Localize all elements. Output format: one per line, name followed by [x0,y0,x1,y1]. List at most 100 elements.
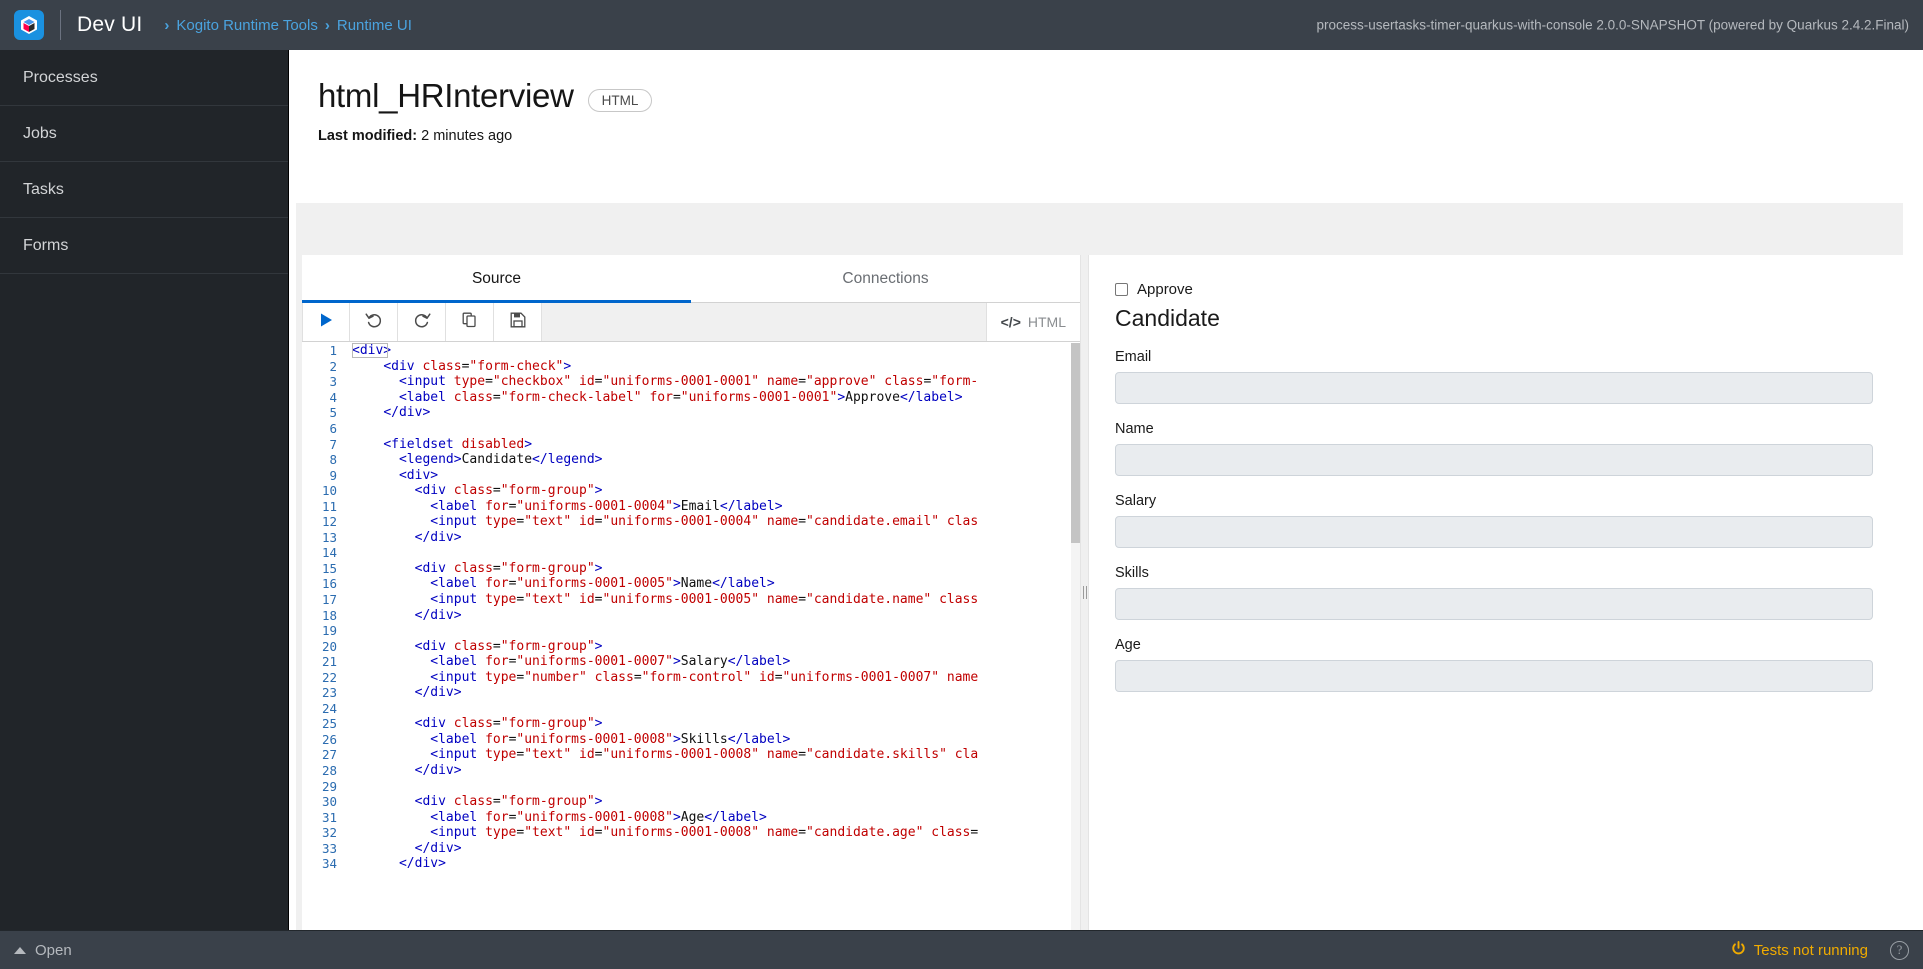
undo-button[interactable] [350,303,398,341]
breadcrumb-link-runtime-ui[interactable]: Runtime UI [337,17,412,34]
code-row[interactable]: 8 <legend>Candidate</legend> [302,452,1080,468]
code-text[interactable]: <label for="uniforms-0001-0008">Age</lab… [346,810,1080,825]
skills-field[interactable] [1115,588,1873,620]
code-row[interactable]: 11 <label for="uniforms-0001-0004">Email… [302,498,1080,514]
code-row[interactable]: 14 [302,545,1080,561]
code-row[interactable]: 6 [302,421,1080,437]
code-row[interactable]: 9 <div> [302,467,1080,483]
code-row[interactable]: 3 <input type="checkbox" id="uniforms-00… [302,374,1080,390]
email-field[interactable] [1115,372,1873,404]
code-row[interactable]: 2 <div class="form-check"> [302,359,1080,375]
code-row[interactable]: 19 [302,623,1080,639]
code-text[interactable]: </div> [346,685,1080,700]
code-row[interactable]: 26 <label for="uniforms-0001-0008">Skill… [302,732,1080,748]
code-text[interactable]: <div> [346,343,1080,358]
code-row[interactable]: 31 <label for="uniforms-0001-0008">Age</… [302,809,1080,825]
code-row[interactable]: 21 <label for="uniforms-0001-0007">Salar… [302,654,1080,670]
tab-connections[interactable]: Connections [691,255,1080,302]
code-row[interactable]: 16 <label for="uniforms-0001-0005">Name<… [302,576,1080,592]
scrollbar-thumb[interactable] [1071,343,1080,543]
code-text[interactable]: <label for="uniforms-0001-0007">Salary</… [346,654,1080,669]
redo-button[interactable] [398,303,446,341]
form-group-skills: Skills [1115,565,1873,620]
code-row[interactable]: 30 <div class="form-group"> [302,794,1080,810]
salary-field[interactable] [1115,516,1873,548]
code-row[interactable]: 18 </div> [302,607,1080,623]
line-number: 9 [329,467,337,483]
code-text[interactable]: <div class="form-group"> [346,716,1080,731]
code-text[interactable]: <div class="form-check"> [346,359,1080,374]
code-text[interactable]: <fieldset disabled> [346,437,1080,452]
code-text[interactable]: </div> [346,530,1080,545]
copy-icon [462,312,478,333]
code-text[interactable]: </div> [346,608,1080,623]
code-text[interactable]: <div> [346,468,1080,483]
code-row[interactable]: 34 </div> [302,856,1080,872]
help-icon[interactable]: ? [1890,940,1909,960]
tab-source[interactable]: Source [302,255,691,303]
code-text[interactable]: <input type="text" id="uniforms-0001-000… [346,592,1080,607]
sidebar-item-tasks[interactable]: Tasks [0,162,288,218]
code-text[interactable]: <legend>Candidate</legend> [346,452,1080,467]
language-badge[interactable]: </> HTML [985,303,1080,341]
code-text[interactable]: <label for="uniforms-0001-0005">Name</la… [346,576,1080,591]
age-label: Age [1115,637,1141,653]
code-text[interactable]: <div class="form-group"> [346,483,1080,498]
approve-checkbox[interactable] [1115,283,1128,296]
code-row[interactable]: 13 </div> [302,530,1080,546]
open-drawer-button[interactable]: Open [0,942,72,959]
code-row[interactable]: 7 <fieldset disabled> [302,436,1080,452]
code-text[interactable]: <div class="form-group"> [346,794,1080,809]
line-number: 13 [321,529,337,545]
code-text[interactable]: <input type="text" id="uniforms-0001-000… [346,514,1080,529]
code-text[interactable]: </div> [346,405,1080,420]
tests-status-button[interactable]: Tests not running [1731,940,1868,960]
code-row[interactable]: 25 <div class="form-group"> [302,716,1080,732]
name-field[interactable] [1115,444,1873,476]
code-row[interactable]: 4 <label class="form-check-label" for="u… [302,390,1080,406]
code-row[interactable]: 27 <input type="text" id="uniforms-0001-… [302,747,1080,763]
sidebar-item-forms[interactable]: Forms [0,218,288,274]
code-row[interactable]: 32 <input type="text" id="uniforms-0001-… [302,825,1080,841]
sidebar-item-processes[interactable]: Processes [0,50,288,106]
code-row[interactable]: 33 </div> [302,841,1080,857]
quarkus-logo-icon[interactable] [14,10,44,40]
code-row[interactable]: 12 <input type="text" id="uniforms-0001-… [302,514,1080,530]
code-row[interactable]: 20 <div class="form-group"> [302,638,1080,654]
code-text[interactable]: </div> [346,841,1080,856]
code-vertical-scrollbar[interactable] [1071,343,1080,930]
code-text[interactable]: <label for="uniforms-0001-0004">Email</l… [346,499,1080,514]
breadcrumb-separator-icon: › [324,16,330,34]
code-row[interactable]: 24 [302,701,1080,717]
code-text[interactable]: <div class="form-group"> [346,561,1080,576]
code-text[interactable]: <label class="form-check-label" for="uni… [346,390,1080,405]
email-label: Email [1115,349,1152,365]
code-row[interactable]: 15 <div class="form-group"> [302,561,1080,577]
sidebar: Processes Jobs Tasks Forms [0,50,289,930]
sidebar-item-jobs[interactable]: Jobs [0,106,288,162]
code-text[interactable]: <input type="checkbox" id="uniforms-0001… [346,374,1080,389]
age-field[interactable] [1115,660,1873,692]
code-text[interactable]: <input type="text" id="uniforms-0001-000… [346,825,1080,840]
code-row[interactable]: 17 <input type="text" id="uniforms-0001-… [302,592,1080,608]
code-text[interactable]: <label for="uniforms-0001-0008">Skills</… [346,732,1080,747]
code-text[interactable]: <input type="text" id="uniforms-0001-000… [346,747,1080,762]
code-text[interactable]: </div> [346,856,1080,871]
copy-button[interactable] [446,303,494,341]
code-row[interactable]: 28 </div> [302,763,1080,779]
code-row[interactable]: 10 <div class="form-group"> [302,483,1080,499]
code-text[interactable]: </div> [346,763,1080,778]
code-row[interactable]: 5 </div> [302,405,1080,421]
code-row[interactable]: 1 <div> [302,343,1080,359]
breadcrumb-link-kogito-runtime-tools[interactable]: Kogito Runtime Tools [176,17,317,34]
code-text[interactable]: <div class="form-group"> [346,639,1080,654]
pane-splitter-handle[interactable] [1080,255,1089,930]
code-row[interactable]: 29 [302,778,1080,794]
run-button[interactable] [302,303,350,341]
code-row[interactable]: 23 </div> [302,685,1080,701]
code-row[interactable]: 22 <input type="number" class="form-cont… [302,669,1080,685]
code-editor[interactable]: 1 <div> 2 <div class="form-check"> 3 <input… [302,343,1080,930]
code-text[interactable]: <input type="number" class="form-control… [346,670,1080,685]
save-button[interactable] [494,303,542,341]
editor-tabs: Source Connections [302,255,1080,303]
